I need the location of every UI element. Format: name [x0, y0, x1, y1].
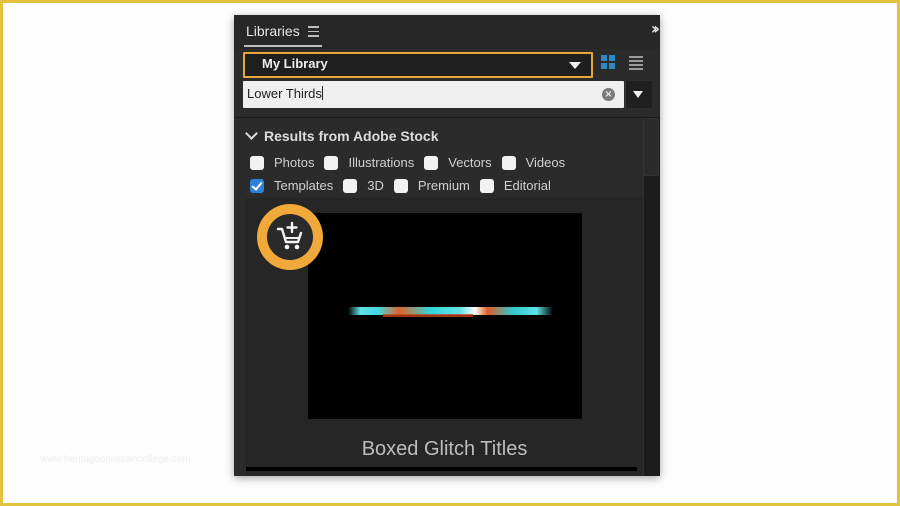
- filter-label: 3D: [367, 178, 384, 193]
- filter-illustrations[interactable]: Illustrations: [324, 155, 414, 170]
- filter-templates[interactable]: Templates: [250, 178, 333, 193]
- search-input[interactable]: Lower Thirds ×: [243, 81, 624, 108]
- filter-editorial[interactable]: Editorial: [479, 178, 551, 193]
- filter-vectors[interactable]: Vectors: [424, 155, 492, 170]
- stock-result-card[interactable]: Boxed Glitch Titles: [246, 198, 643, 476]
- filter-label: Editorial: [503, 178, 551, 193]
- filter-label: Illustrations: [348, 155, 415, 170]
- libraries-panel: Libraries ›› My Library Lower Thirds × R…: [234, 15, 660, 476]
- result-title: Boxed Glitch Titles: [361, 438, 528, 460]
- glitch-graphic: [383, 314, 473, 317]
- checkbox[interactable]: [324, 155, 339, 170]
- filter-videos[interactable]: Videos: [501, 155, 566, 170]
- filter-label: Premium: [417, 178, 470, 193]
- filter-premium[interactable]: Premium: [393, 178, 470, 193]
- checkbox[interactable]: [424, 155, 439, 170]
- library-select-value: My Library: [262, 56, 328, 71]
- filter-row-2: Templates 3D Premium Editorial: [250, 178, 561, 193]
- search-options-button[interactable]: [625, 81, 652, 108]
- tab-libraries[interactable]: Libraries: [244, 21, 322, 47]
- divider: [234, 117, 660, 118]
- filter-label: Videos: [525, 155, 566, 170]
- filter-label: Templates: [274, 178, 334, 193]
- section-title: Results from Adobe Stock: [264, 128, 439, 144]
- tab-libraries-label: Libraries: [246, 23, 300, 39]
- checkbox[interactable]: [343, 178, 358, 193]
- clear-circle-icon[interactable]: ×: [602, 88, 615, 101]
- filter-label: Photos: [274, 155, 315, 170]
- chevron-down-icon: [245, 127, 258, 140]
- filter-label: Vectors: [448, 155, 492, 170]
- checkbox-checked[interactable]: [250, 178, 264, 193]
- grid-view-icon[interactable]: [601, 55, 615, 69]
- search-input-value: Lower Thirds: [247, 86, 323, 101]
- checkbox[interactable]: [501, 155, 516, 170]
- text-cursor: [321, 86, 323, 100]
- panel-header: Libraries ››: [234, 15, 660, 49]
- filter-photos[interactable]: Photos: [250, 155, 314, 170]
- checkbox[interactable]: [393, 178, 408, 193]
- double-chevron-right-icon[interactable]: ››: [651, 19, 660, 38]
- caret-down-icon: [633, 91, 643, 98]
- card-divider: [246, 467, 637, 471]
- hamburger-icon[interactable]: [308, 26, 319, 40]
- scrollbar-thumb[interactable]: [643, 118, 659, 176]
- checkbox[interactable]: [479, 178, 494, 193]
- result-thumbnail[interactable]: [308, 213, 582, 419]
- add-to-cart-button[interactable]: [257, 204, 323, 270]
- checkbox[interactable]: [250, 155, 264, 170]
- filter-3d[interactable]: 3D: [343, 178, 384, 193]
- list-view-icon[interactable]: [629, 56, 643, 72]
- filter-row-1: Photos Illustrations Vectors Videos: [250, 155, 575, 170]
- library-select[interactable]: My Library: [243, 52, 593, 78]
- section-toggle-adobe-stock[interactable]: Results from Adobe Stock: [245, 127, 439, 144]
- cart-add-icon: [276, 221, 303, 250]
- cart-button-inner: [267, 214, 313, 260]
- watermark: www.heritagechristiancollege.com: [40, 454, 191, 465]
- caret-down-icon: [569, 62, 581, 69]
